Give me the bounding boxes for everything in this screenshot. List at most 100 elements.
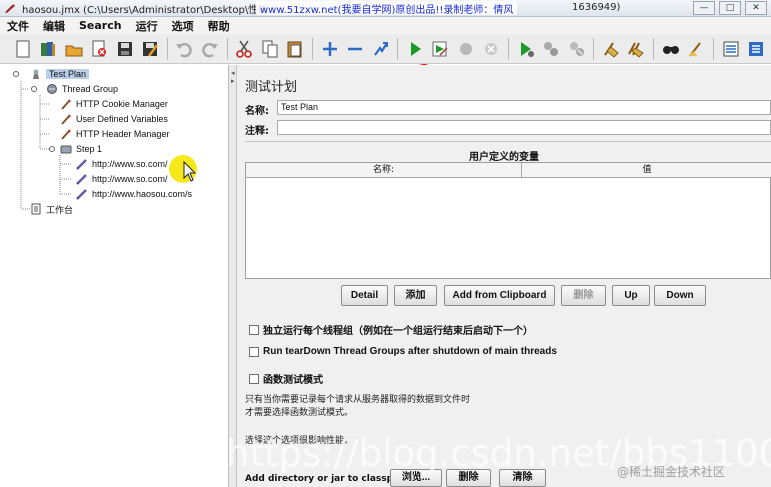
- name-field[interactable]: Test Plan: [277, 100, 771, 115]
- search-icon[interactable]: [660, 37, 681, 61]
- help-icon[interactable]: [745, 37, 766, 61]
- tree-item-label: http://www.so.com/: [92, 159, 168, 169]
- minimize-button[interactable]: —: [693, 1, 715, 15]
- classpath-clear-button[interactable]: 清除: [499, 469, 546, 487]
- tree-item-step-1[interactable]: Step 1: [60, 142, 102, 156]
- add-button[interactable]: 添加: [394, 285, 437, 306]
- functional-test-mode-row[interactable]: 函数测试模式: [249, 371, 323, 386]
- open-icon[interactable]: [63, 37, 84, 61]
- tree-item-label: http://www.so.com/: [92, 174, 168, 184]
- undo-icon[interactable]: [174, 37, 195, 61]
- clear-icon[interactable]: [600, 37, 621, 61]
- toolbar-separator: [508, 37, 509, 60]
- clear-all-icon[interactable]: [626, 37, 647, 61]
- menu-file[interactable]: 文件: [0, 18, 36, 34]
- page-title: 测试计划: [245, 80, 298, 95]
- save-as-icon[interactable]: [139, 37, 160, 61]
- toolbar-separator: [593, 37, 595, 60]
- tree-item-test-plan[interactable]: Test Plan: [30, 67, 90, 81]
- paste-icon[interactable]: [284, 37, 305, 61]
- browse-button[interactable]: 浏览...: [390, 469, 442, 487]
- toolbar-separator: [226, 37, 228, 60]
- controller-icon: [60, 143, 72, 155]
- stop-icon[interactable]: [455, 37, 476, 61]
- menu-run[interactable]: 运行: [129, 18, 165, 34]
- function-helper-icon[interactable]: [720, 37, 741, 61]
- section-divider: [245, 141, 771, 142]
- save-icon[interactable]: [114, 37, 135, 61]
- window-title-tail: 1636949): [572, 2, 621, 13]
- window-controls: — □ ✕: [693, 1, 767, 15]
- toolbar-separator: [712, 37, 714, 60]
- column-header-name[interactable]: 名称:: [246, 163, 522, 177]
- toolbar: [0, 34, 771, 64]
- delete-button[interactable]: 删除: [561, 285, 606, 306]
- pane-splitter[interactable]: ◂ ▸: [229, 65, 237, 487]
- tree-item-sampler-3[interactable]: http://www.haosou.com/s: [76, 187, 192, 201]
- down-button[interactable]: Down: [654, 285, 706, 306]
- functional-mode-note-line1: 只有当你需要记录每个请求从服务器取得的数据到文件时: [245, 395, 471, 405]
- test-plan-icon: [30, 68, 42, 80]
- functional-test-mode-checkbox[interactable]: [249, 373, 259, 384]
- close-icon[interactable]: [88, 37, 109, 61]
- tree-item-cookie-manager[interactable]: HTTP Cookie Manager: [60, 97, 168, 111]
- toggle-icon[interactable]: [370, 37, 391, 61]
- tree-item-label: User Defined Variables: [76, 114, 168, 124]
- classpath-delete-button[interactable]: 删除: [446, 469, 491, 487]
- maximize-button[interactable]: □: [719, 1, 741, 15]
- serialize-thread-groups-checkbox[interactable]: [249, 324, 259, 335]
- teardown-on-shutdown-row[interactable]: Run tearDown Thread Groups after shutdow…: [249, 346, 557, 357]
- redo-icon[interactable]: [199, 37, 220, 61]
- user-variables-table[interactable]: 名称: 值: [245, 162, 771, 279]
- menu-edit[interactable]: 编辑: [36, 18, 72, 34]
- teardown-on-shutdown-checkbox[interactable]: [249, 346, 259, 357]
- functional-mode-note-line2: 才需要选择函数测试模式。: [245, 408, 354, 418]
- reset-search-icon[interactable]: [685, 37, 706, 61]
- tree-item-workbench[interactable]: 工作台: [30, 202, 73, 216]
- remote-stop-icon[interactable]: [540, 37, 561, 61]
- test-plan-panel: 测试计划 名称: Test Plan 注释: 用户定义的变量 名称: 值 Det…: [237, 65, 771, 487]
- name-label: 名称:: [245, 106, 269, 117]
- tree-item-label: http://www.haosou.com/s: [92, 189, 193, 199]
- toolbar-separator: [311, 37, 313, 60]
- title-overlay-text: www.51zxw.net(我要自学网)原创出品!!录制老师：倩风: [256, 1, 518, 16]
- performance-note: 选择这个选项很影响性能。: [245, 436, 354, 446]
- new-icon[interactable]: [12, 37, 33, 61]
- user-variables-title: 用户定义的变量: [469, 152, 539, 163]
- thread-group-icon: [46, 83, 58, 95]
- tree-item-header-manager[interactable]: HTTP Header Manager: [60, 127, 169, 141]
- copy-icon[interactable]: [259, 37, 280, 61]
- column-header-value[interactable]: 值: [522, 163, 771, 177]
- tree-item-user-defined-variables[interactable]: User Defined Variables: [60, 112, 168, 126]
- shutdown-icon[interactable]: [481, 37, 502, 61]
- comment-label: 注释:: [245, 126, 269, 137]
- tree-item-thread-group[interactable]: Thread Group: [46, 82, 118, 96]
- comment-field[interactable]: [277, 120, 771, 135]
- menu-search[interactable]: Search: [72, 19, 129, 32]
- serialize-thread-groups-row[interactable]: 独立运行每个线程组（例如在一个组运行结束后启动下一个）: [249, 322, 533, 337]
- tree-item-sampler-2[interactable]: http://www.so.com/: [76, 172, 168, 186]
- expand-icon[interactable]: [319, 37, 340, 61]
- menu-bar: 文件 编辑 Search 运行 选项 帮助: [0, 17, 771, 34]
- start-no-pause-icon[interactable]: [430, 37, 451, 61]
- remote-start-icon[interactable]: [515, 37, 536, 61]
- classpath-label: Add directory or jar to classpath: [245, 474, 410, 484]
- add-from-clipboard-button[interactable]: Add from Clipboard: [444, 285, 555, 306]
- tree-item-sampler-1[interactable]: http://www.so.com/: [76, 157, 168, 171]
- table-header: 名称: 值: [246, 163, 771, 178]
- collapse-icon[interactable]: [344, 37, 365, 61]
- start-icon[interactable]: [404, 37, 425, 61]
- sampler-icon: [76, 173, 88, 185]
- config-icon: [60, 128, 72, 140]
- menu-help[interactable]: 帮助: [201, 18, 237, 34]
- detail-button[interactable]: Detail: [341, 285, 388, 306]
- tree-item-label: HTTP Cookie Manager: [76, 99, 168, 109]
- test-plan-tree: Test Plan Thread Group HTTP Cookie Manag…: [0, 65, 229, 487]
- templates-icon[interactable]: [37, 37, 58, 61]
- config-icon: [60, 98, 72, 110]
- close-window-button[interactable]: ✕: [745, 1, 767, 15]
- up-button[interactable]: Up: [612, 285, 650, 306]
- cut-icon[interactable]: [234, 37, 255, 61]
- remote-exit-icon[interactable]: [566, 37, 587, 61]
- menu-options[interactable]: 选项: [165, 18, 201, 34]
